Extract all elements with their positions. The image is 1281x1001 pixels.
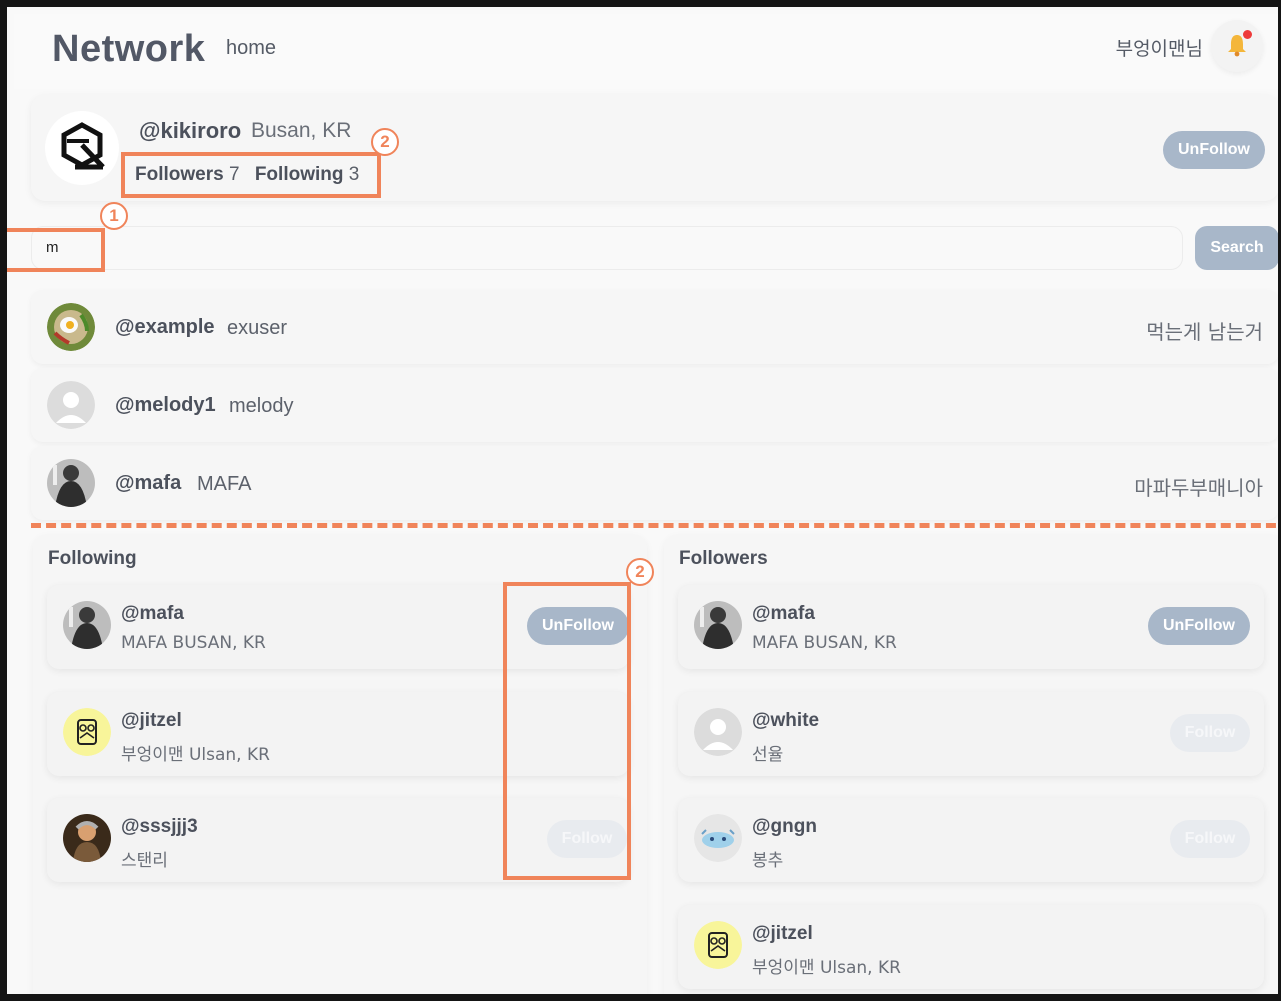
user-subtitle: MAFA BUSAN, KR — [752, 633, 897, 653]
followers-panel: Followers @mafa MAFA BUSAN, KR UnFollow — [664, 535, 1278, 994]
result-handle: @example — [115, 316, 215, 338]
owl-avatar-icon — [694, 921, 742, 969]
result-nickname: melody — [229, 395, 294, 417]
section-divider — [31, 523, 1278, 528]
owl-avatar-icon — [63, 708, 111, 756]
search-result-row[interactable]: @melody1 melody — [31, 368, 1278, 442]
search-result-row[interactable]: @example exuser 먹는게 남는거 — [31, 290, 1278, 364]
follower-user-card[interactable]: @gngn 봉추 Follow — [678, 798, 1264, 882]
follow-button[interactable]: Follow — [1170, 714, 1250, 752]
photo-avatar-icon — [63, 601, 111, 649]
result-handle: @melody1 — [115, 394, 216, 416]
top-navigation: Network home 부엉이맨님 — [14, 14, 1278, 89]
user-subtitle: 부엉이맨 Ulsan, KR — [121, 745, 270, 765]
notification-button[interactable] — [1211, 20, 1263, 72]
annotation-marker-1: 1 — [100, 202, 128, 230]
following-title: Following — [48, 548, 137, 569]
logo-avatar-icon — [61, 122, 105, 170]
brand-logo[interactable]: Network — [52, 28, 205, 71]
search-input[interactable]: m — [31, 226, 1183, 270]
food-avatar-icon — [47, 303, 95, 351]
user-handle: @mafa — [752, 603, 815, 624]
profile-handle: @kikiroro — [139, 118, 242, 143]
current-user-name[interactable]: 부엉이맨님 — [1116, 34, 1203, 61]
annotation-marker-2: 2 — [371, 128, 399, 156]
search-button[interactable]: Search — [1195, 226, 1278, 270]
user-subtitle: 봉추 — [752, 851, 784, 871]
user-handle: @jitzel — [752, 923, 813, 944]
user-handle: @sssjjj3 — [121, 816, 198, 837]
result-nickname: exuser — [227, 317, 288, 339]
user-handle: @white — [752, 710, 820, 731]
default-avatar-icon — [47, 381, 95, 429]
result-bio: 먹는게 남는거 — [1146, 320, 1263, 344]
result-nickname: MAFA — [197, 473, 252, 495]
result-handle: @mafa — [115, 472, 182, 494]
user-handle: @jitzel — [121, 710, 182, 731]
home-link[interactable]: home — [226, 37, 276, 60]
follower-user-card[interactable]: @jitzel 부엉이맨 Ulsan, KR — [678, 905, 1264, 989]
user-subtitle: 선율 — [752, 745, 784, 765]
followers-title: Followers — [679, 548, 768, 569]
search-result-row[interactable]: @mafa MAFA 마파두부매니아 — [31, 446, 1278, 520]
default-avatar-icon — [694, 708, 742, 756]
user-subtitle: MAFA BUSAN, KR — [121, 633, 266, 653]
user-handle: @gngn — [752, 816, 817, 837]
user-handle: @mafa — [121, 603, 184, 624]
annotation-marker-2: 2 — [626, 558, 654, 586]
photo-avatar-icon — [47, 459, 95, 507]
profile-unfollow-button[interactable]: UnFollow — [1163, 131, 1265, 169]
profile-location: Busan, KR — [251, 119, 352, 142]
profile-avatar — [45, 111, 119, 185]
app-window: Network home 부엉이맨님 @kikiroro Busan, KR F… — [0, 0, 1281, 1001]
follower-user-card[interactable]: @white 선율 Follow — [678, 692, 1264, 776]
annotation-box-search — [7, 228, 105, 272]
photo-avatar-icon — [63, 814, 111, 862]
annotation-box-buttons — [503, 582, 631, 880]
character-avatar-icon — [694, 814, 742, 862]
notification-dot — [1243, 30, 1252, 39]
unfollow-button[interactable]: UnFollow — [1148, 607, 1250, 645]
follow-button[interactable]: Follow — [1170, 820, 1250, 858]
user-subtitle: 부엉이맨 Ulsan, KR — [752, 958, 901, 978]
annotation-box-stats — [121, 152, 381, 198]
user-subtitle: 스탠리 — [121, 851, 168, 871]
follower-user-card[interactable]: @mafa MAFA BUSAN, KR UnFollow — [678, 585, 1264, 669]
result-bio: 마파두부매니아 — [1134, 476, 1263, 500]
photo-avatar-icon — [694, 601, 742, 649]
